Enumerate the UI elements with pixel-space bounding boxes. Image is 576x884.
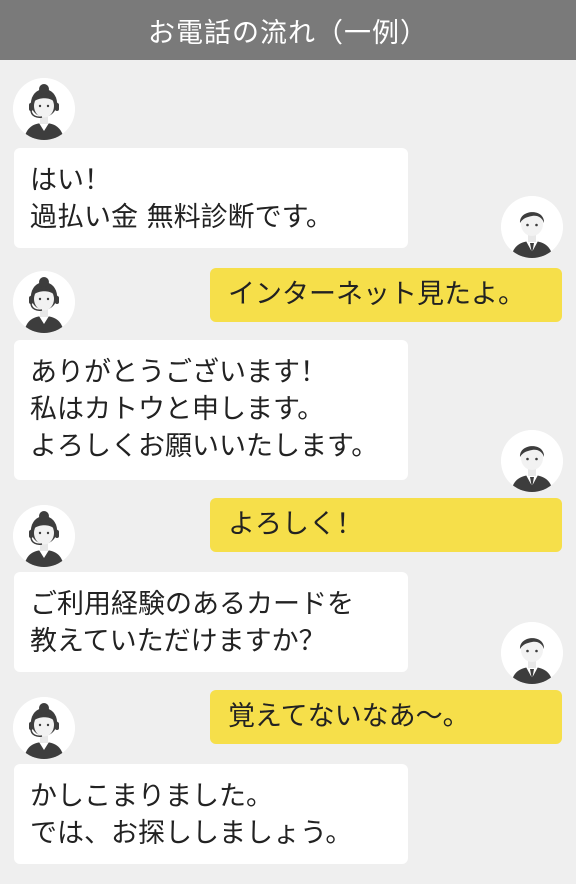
headset-operator-icon	[13, 505, 75, 567]
page-header: お電話の流れ（一例）	[0, 0, 576, 60]
headset-operator-icon	[13, 271, 75, 333]
customer-message-1: インターネット見たよ。	[210, 268, 562, 322]
message-line: 覚えてないなあ〜。	[228, 701, 470, 732]
message-line: よろしく！	[228, 509, 363, 540]
customer-message-3: 覚えてないなあ〜。	[210, 690, 562, 744]
customer-man-icon	[501, 430, 563, 492]
message-line: 過払い金 無料診断です。	[30, 202, 333, 233]
operator-message-3: ご利用経験のあるカードを 教えていただけますか？	[14, 572, 408, 672]
operator-message-2: ありがとうございます！ 私はカトウと申します。 よろしくお願いいたします。	[14, 340, 408, 480]
message-line: 教えていただけますか？	[30, 626, 326, 657]
message-line: ご利用経験のあるカードを	[30, 589, 354, 620]
customer-avatar	[501, 430, 563, 492]
customer-message-2: よろしく！	[210, 498, 562, 552]
operator-avatar	[13, 78, 75, 140]
headset-operator-icon	[13, 78, 75, 140]
customer-man-icon	[501, 622, 563, 684]
customer-avatar	[501, 196, 563, 258]
message-line: かしこまりました。	[30, 781, 273, 812]
page-title: お電話の流れ（一例）	[148, 17, 428, 49]
message-line: 私はカトウと申します。	[30, 394, 325, 425]
message-line: ありがとうございます！	[30, 357, 327, 388]
operator-message-1: はい！ 過払い金 無料診断です。	[14, 148, 408, 248]
customer-man-icon	[501, 196, 563, 258]
operator-message-4: かしこまりました。 では、お探ししましょう。	[14, 764, 408, 864]
operator-avatar	[13, 697, 75, 759]
message-line: よろしくお願いいたします。	[30, 431, 379, 462]
message-line: インターネット見たよ。	[228, 279, 525, 310]
message-line: では、お探ししましょう。	[30, 818, 353, 849]
headset-operator-icon	[13, 697, 75, 759]
operator-avatar	[13, 271, 75, 333]
customer-avatar	[501, 622, 563, 684]
message-line: はい！	[30, 165, 111, 196]
operator-avatar	[13, 505, 75, 567]
